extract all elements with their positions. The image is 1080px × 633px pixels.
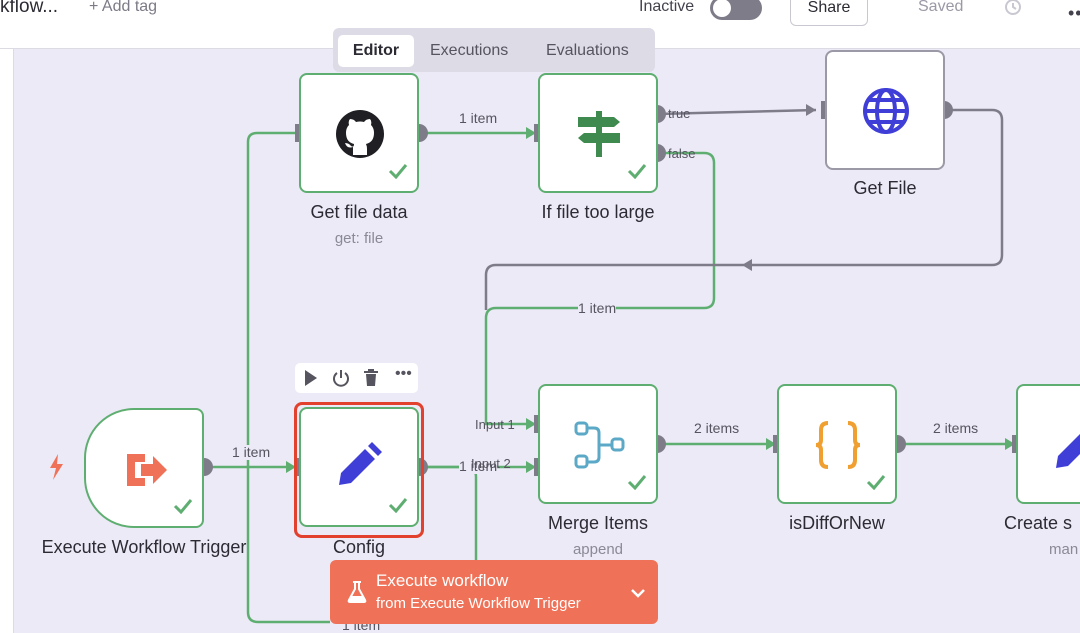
node-label: If file too large [541,202,655,222]
arrow-loop-icon [742,259,752,271]
check-icon [866,474,886,495]
node-label: Get file data [310,202,408,222]
node-label: Merge Items [547,513,649,533]
check-icon [173,498,193,519]
globe-icon [861,86,911,141]
merge-icon [574,420,626,475]
node-label: Execute Workflow Trigger [41,537,247,557]
node-label: Config [332,537,386,557]
sign-out-icon [119,450,171,495]
node-label: Get File [853,178,917,198]
braces-icon [814,420,862,475]
edge-label: 1 item [232,444,271,460]
check-icon [388,163,408,184]
check-icon [627,474,647,495]
port-label-true: true [668,106,691,121]
edge-trigger-getfiledata [246,131,296,467]
check-icon [627,163,647,184]
node-subtitle: man [1049,541,1079,558]
flask-icon [347,581,367,608]
edge-label: 2 items [694,420,740,436]
execute-sublabel: from Execute Workflow Trigger [376,595,581,612]
lightning-icon [48,454,64,485]
node-label: Create s [1004,513,1073,533]
trash-icon[interactable] [363,369,379,392]
node-isdiffornew[interactable] [777,384,897,504]
pencil-icon [1052,422,1080,477]
port-label-false: false [668,146,696,161]
edge-config-down [419,465,478,560]
port-label-input1: Input 1 [475,417,515,432]
node-config[interactable] [299,407,419,527]
execute-workflow-button[interactable]: Execute workflow from Execute Workflow T… [330,560,658,624]
arrowhead-icon [806,104,816,116]
signpost-icon [574,109,624,164]
node-get-file[interactable] [825,50,945,170]
edge-label: 2 items [933,420,979,436]
node-subtitle: append [572,541,624,558]
execute-label: Execute workflow [376,571,509,590]
edge-label: 1 item [578,300,617,316]
port-label-input2: Input 2 [471,456,511,471]
node-label: isDiffOrNew [789,513,885,533]
node-toolbar: ••• [295,363,418,393]
edge-label: 1 item [459,110,498,126]
node-get-file-data[interactable] [299,73,419,193]
power-icon[interactable] [332,369,350,392]
pencil-icon [333,441,383,496]
node-merge-items[interactable] [538,384,658,504]
play-icon[interactable] [303,369,319,392]
node-if-file-too-large[interactable] [538,73,658,193]
node-execute-workflow-trigger[interactable] [84,408,204,528]
chevron-down-icon[interactable] [630,586,646,604]
node-subtitle: get: file [334,230,384,247]
more-icon[interactable]: ••• [395,365,412,383]
node-create[interactable] [1016,384,1080,504]
github-icon [335,109,385,164]
check-icon [388,497,408,518]
